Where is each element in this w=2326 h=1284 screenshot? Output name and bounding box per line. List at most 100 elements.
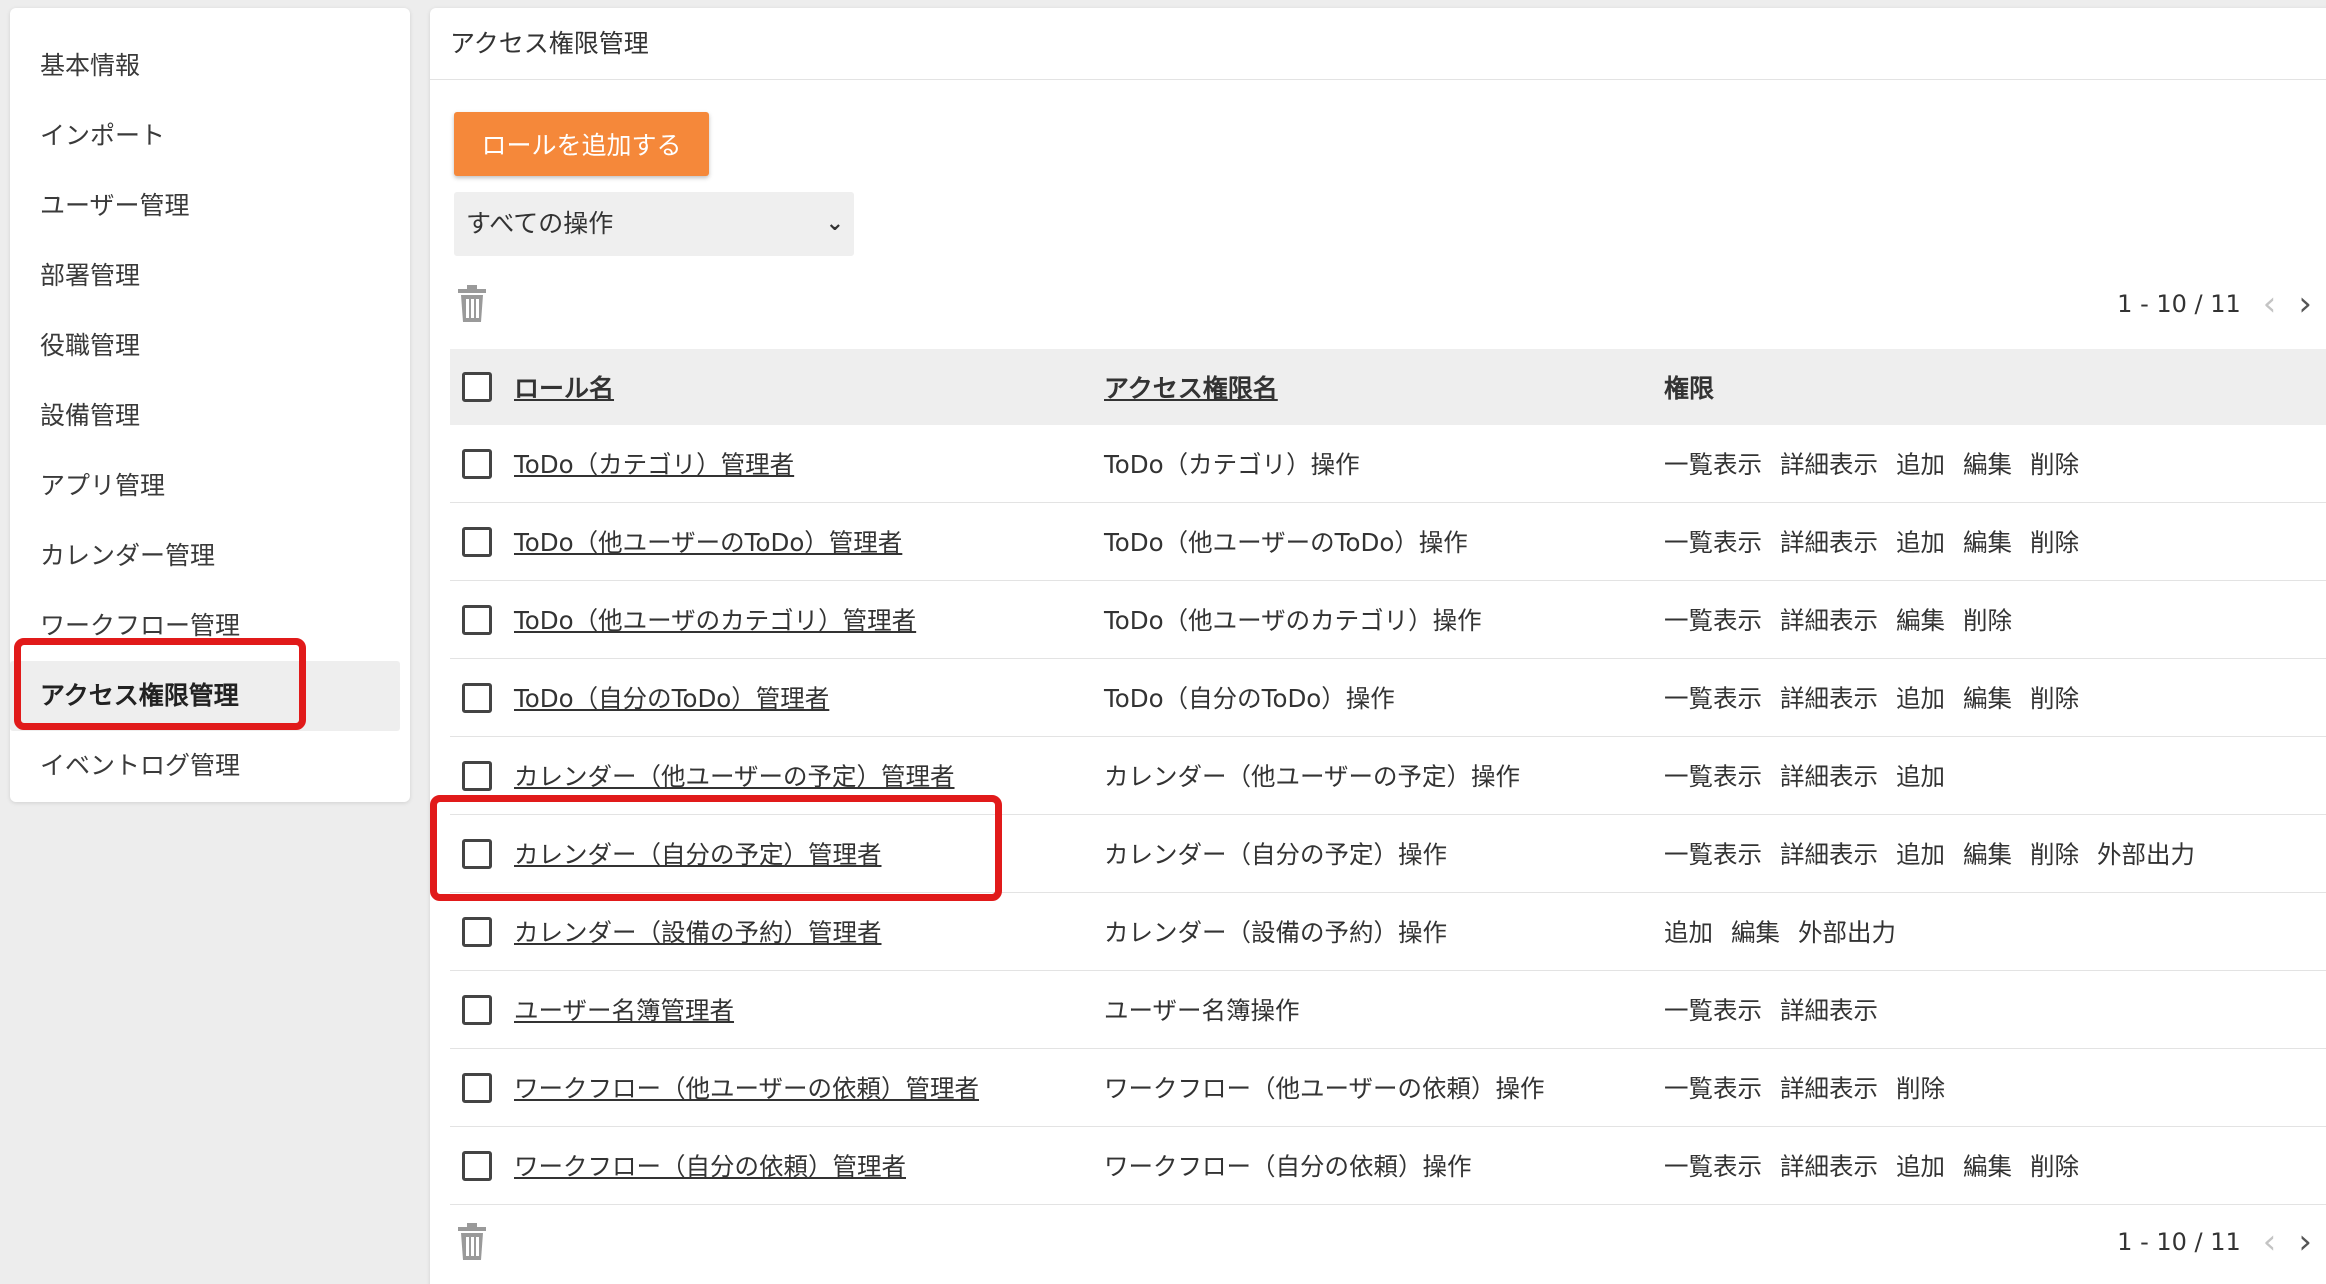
sidebar-item[interactable]: ワークフロー管理 <box>10 591 410 661</box>
table-row: ユーザー名簿管理者 ユーザー名簿操作 一覧表示 詳細表示 <box>450 971 2326 1049</box>
row-checkbox[interactable] <box>462 916 492 947</box>
permission-label: 一覧表示 <box>1664 1152 1762 1181</box>
role-name-link[interactable]: ToDo（他ユーザのカテゴリ）管理者 <box>514 606 916 635</box>
permission-label: 編集 <box>1731 918 1780 947</box>
chevron-left-icon[interactable]: ‹ <box>2263 284 2277 324</box>
permission-label: 一覧表示 <box>1664 528 1762 557</box>
chevron-right-icon[interactable]: › <box>2298 284 2312 324</box>
row-checkbox[interactable] <box>462 838 492 869</box>
sidebar-item[interactable]: 設備管理 <box>10 381 410 451</box>
sidebar-item[interactable]: アプリ管理 <box>10 451 410 521</box>
chevron-right-icon[interactable]: › <box>2298 1222 2312 1262</box>
permissions: 一覧表示 詳細表示 追加 編集 削除 <box>1664 524 2326 559</box>
access-name: ToDo（カテゴリ）操作 <box>1104 450 1360 479</box>
sidebar-item[interactable]: ユーザー管理 <box>10 171 410 241</box>
permission-label: 編集 <box>1963 1152 2012 1181</box>
page-title: アクセス権限管理 <box>430 8 2326 80</box>
permission-label: 詳細表示 <box>1780 528 1878 557</box>
permissions: 一覧表示 詳細表示 追加 <box>1664 758 2326 793</box>
access-name: カレンダー（他ユーザーの予定）操作 <box>1104 762 1521 791</box>
sidebar-item[interactable]: カレンダー管理 <box>10 521 410 591</box>
permission-label: 一覧表示 <box>1664 996 1762 1025</box>
permissions: 一覧表示 詳細表示 追加 編集 削除 外部出力 <box>1664 836 2326 871</box>
table-body: ToDo（カテゴリ）管理者 ToDo（カテゴリ）操作 一覧表示 詳細表示 追加 編集 削除 T… <box>450 425 2326 1205</box>
access-name: ユーザー名簿操作 <box>1104 996 1300 1025</box>
permission-label: 編集 <box>1896 606 1945 635</box>
role-name-link[interactable]: ユーザー名簿管理者 <box>514 996 734 1025</box>
table-row: ワークフロー（他ユーザーの依頼）管理者 ワークフロー（他ユーザーの依頼）操作 一覧表… <box>450 1049 2326 1127</box>
table-row: ToDo（他ユーザのカテゴリ）管理者 ToDo（他ユーザのカテゴリ）操作 一覧表示詳… <box>450 581 2326 659</box>
access-name: ToDo（他ユーザのカテゴリ）操作 <box>1104 606 1482 635</box>
permission-label: 追加 <box>1896 1152 1945 1181</box>
permissions: 一覧表示 詳細表示 追加 編集 削除 <box>1664 1148 2326 1183</box>
permissions: 一覧表示 詳細表示 追加 編集 削除 <box>1664 680 2326 715</box>
pagination-top: 1 - 10 / 11 ‹ › <box>2117 284 2312 324</box>
sidebar-item[interactable]: 部署管理 <box>10 241 410 311</box>
chevron-left-icon[interactable]: ‹ <box>2263 1222 2277 1262</box>
permission-label: 編集 <box>1963 528 2012 557</box>
role-name-link[interactable]: カレンダー（自分の予定）管理者 <box>514 840 882 869</box>
permission-label: 削除 <box>2030 1152 2079 1181</box>
permission-label: 一覧表示 <box>1664 840 1762 869</box>
table-row: ToDo（カテゴリ）管理者 ToDo（カテゴリ）操作 一覧表示 詳細表示 追加 編集 削除 <box>450 425 2326 503</box>
permission-label: 詳細表示 <box>1780 606 1878 635</box>
sidebar-item[interactable]: アクセス権限管理 <box>10 661 400 731</box>
permission-label: 詳細表示 <box>1780 1074 1878 1103</box>
permission-label: 詳細表示 <box>1780 762 1878 791</box>
role-name-link[interactable]: カレンダー（他ユーザーの予定）管理者 <box>514 762 955 791</box>
trash-icon[interactable] <box>454 1222 490 1262</box>
sidebar-item[interactable]: 基本情報 <box>10 31 410 101</box>
row-checkbox[interactable] <box>462 1150 492 1181</box>
sort-role-name[interactable]: ロール名 <box>514 374 614 403</box>
role-name-link[interactable]: ToDo（他ユーザーのToDo）管理者 <box>514 528 902 557</box>
operation-filter-select[interactable]: すべての操作 ⌄ <box>454 192 854 256</box>
row-checkbox[interactable] <box>462 448 492 479</box>
permission-label: 追加 <box>1896 840 1945 869</box>
access-name: ToDo（他ユーザーのToDo）操作 <box>1104 528 1468 557</box>
sidebar-item[interactable]: イベントログ管理 <box>10 731 410 801</box>
table-header: ロール名 アクセス権限名 権限 <box>450 349 2326 425</box>
permission-label: 外部出力 <box>2097 840 2195 869</box>
role-name-link[interactable]: ワークフロー（他ユーザーの依頼）管理者 <box>514 1074 979 1103</box>
operation-filter-value: すべての操作 <box>466 209 614 238</box>
table-row: カレンダー（自分の予定）管理者 カレンダー（自分の予定）操作 一覧表示 詳細表示 追加編… <box>450 815 2326 893</box>
row-checkbox[interactable] <box>462 682 492 713</box>
row-checkbox[interactable] <box>462 604 492 635</box>
permission-label: 追加 <box>1896 450 1945 479</box>
role-name-link[interactable]: ToDo（自分のToDo）管理者 <box>514 684 829 713</box>
permissions: 一覧表示 詳細表示 <box>1664 992 2326 1027</box>
table-row: カレンダー（設備の予約）管理者 カレンダー（設備の予約）操作 追加 編集 外部出力 <box>450 893 2326 971</box>
sidebar-nav: 基本情報 インポート ユーザー管理 部署管理 役職管理 設備管理 アプリ管理 カレンダー管理ワ… <box>10 31 410 801</box>
pagination-bottom: 1 - 10 / 11 ‹ › <box>2117 1222 2312 1262</box>
permissions: 追加 編集 外部出力 <box>1664 914 2326 949</box>
sidebar-item[interactable]: インポート <box>10 101 410 171</box>
permission-label: 外部出力 <box>1798 918 1896 947</box>
sidebar-item[interactable]: 役職管理 <box>10 311 410 381</box>
sort-access-name[interactable]: アクセス権限名 <box>1104 374 1278 403</box>
chevron-down-icon: ⌄ <box>825 211 844 236</box>
header-permissions: 権限 <box>1664 374 1715 403</box>
row-checkbox[interactable] <box>462 760 492 791</box>
permission-label: 詳細表示 <box>1780 840 1878 869</box>
permission-label: 削除 <box>1963 606 2012 635</box>
row-checkbox[interactable] <box>462 1072 492 1103</box>
permission-label: 削除 <box>2030 528 2079 557</box>
permission-label: 編集 <box>1963 840 2012 869</box>
row-checkbox[interactable] <box>462 994 492 1025</box>
select-all-checkbox[interactable] <box>462 372 492 402</box>
access-name: カレンダー（設備の予約）操作 <box>1104 918 1447 947</box>
permission-label: 一覧表示 <box>1664 762 1762 791</box>
role-name-link[interactable]: ToDo（カテゴリ）管理者 <box>514 450 794 479</box>
pagination-range: 1 - 10 / 11 <box>2117 290 2241 318</box>
permission-label: 削除 <box>2030 840 2079 869</box>
trash-icon[interactable] <box>454 284 490 324</box>
permission-label: 追加 <box>1896 684 1945 713</box>
table-row: ワークフロー（自分の依頼）管理者 ワークフロー（自分の依頼）操作 一覧表示 詳細表示追… <box>450 1127 2326 1205</box>
role-name-link[interactable]: ワークフロー（自分の依頼）管理者 <box>514 1152 906 1181</box>
add-role-button[interactable]: ロールを追加する <box>454 112 709 176</box>
permissions: 一覧表示 詳細表示 追加 編集 削除 <box>1664 446 2326 481</box>
permission-label: 削除 <box>2030 450 2079 479</box>
row-checkbox[interactable] <box>462 526 492 557</box>
role-name-link[interactable]: カレンダー（設備の予約）管理者 <box>514 918 882 947</box>
permission-label: 詳細表示 <box>1780 1152 1878 1181</box>
